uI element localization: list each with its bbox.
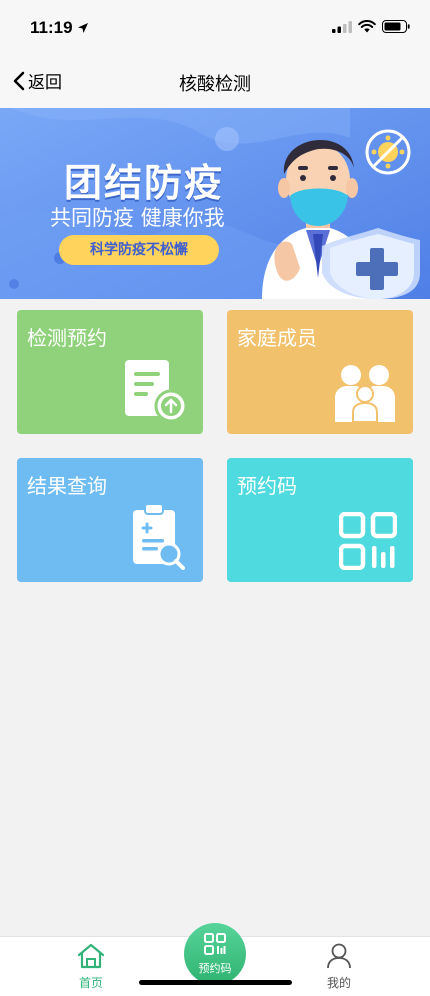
- banner-title: 团结防疫: [64, 161, 225, 205]
- tab-me[interactable]: 我的: [299, 943, 379, 991]
- tab-me-label: 我的: [326, 976, 351, 990]
- tab-booking-code[interactable]: 预约码: [184, 923, 246, 985]
- tab-code-label: 预约码: [198, 962, 232, 975]
- clipboard-search-icon: [133, 504, 185, 570]
- location-arrow-icon: [78, 23, 89, 33]
- card-result-query[interactable]: 结果查询: [17, 458, 203, 582]
- home-indicator: [139, 980, 292, 985]
- card-label: 检测预约: [27, 326, 107, 350]
- status-icons: [332, 20, 410, 33]
- card-label: 预约码: [237, 474, 297, 498]
- tab-home[interactable]: 首页: [51, 943, 131, 991]
- qr-code-icon: [339, 512, 397, 570]
- home-icon: [77, 943, 105, 969]
- user-icon: [327, 943, 351, 969]
- page-title: 核酸检测: [179, 74, 251, 95]
- card-test-booking[interactable]: 检测预约: [17, 310, 203, 434]
- tab-bar: 首页 预约码 我的: [0, 923, 430, 996]
- card-label: 家庭成员: [237, 326, 317, 350]
- nav-bar: 返回 核酸检测: [0, 56, 430, 108]
- banner-pill: 科学防疫不松懈: [59, 235, 219, 265]
- status-bar: 11:19: [0, 0, 430, 56]
- wifi-icon: [358, 20, 376, 33]
- battery-icon: [382, 20, 410, 33]
- tab-home-label: 首页: [78, 976, 103, 990]
- card-booking-code[interactable]: 预约码: [227, 458, 413, 582]
- banner-subtitle: 共同防疫 健康你我: [50, 206, 225, 230]
- card-label: 结果查询: [27, 474, 107, 498]
- status-time: 11:19: [30, 18, 89, 38]
- no-virus-icon: [365, 129, 411, 175]
- family-icon: [335, 365, 395, 422]
- qr-code-icon: [204, 933, 226, 955]
- signal-icon: [332, 20, 352, 33]
- card-family-members[interactable]: 家庭成员: [227, 310, 413, 434]
- banner: 团结防疫 共同防疫 健康你我 科学防疫不松懈: [0, 108, 430, 299]
- status-time-text: 11:19: [30, 18, 73, 37]
- document-upload-icon: [125, 360, 187, 422]
